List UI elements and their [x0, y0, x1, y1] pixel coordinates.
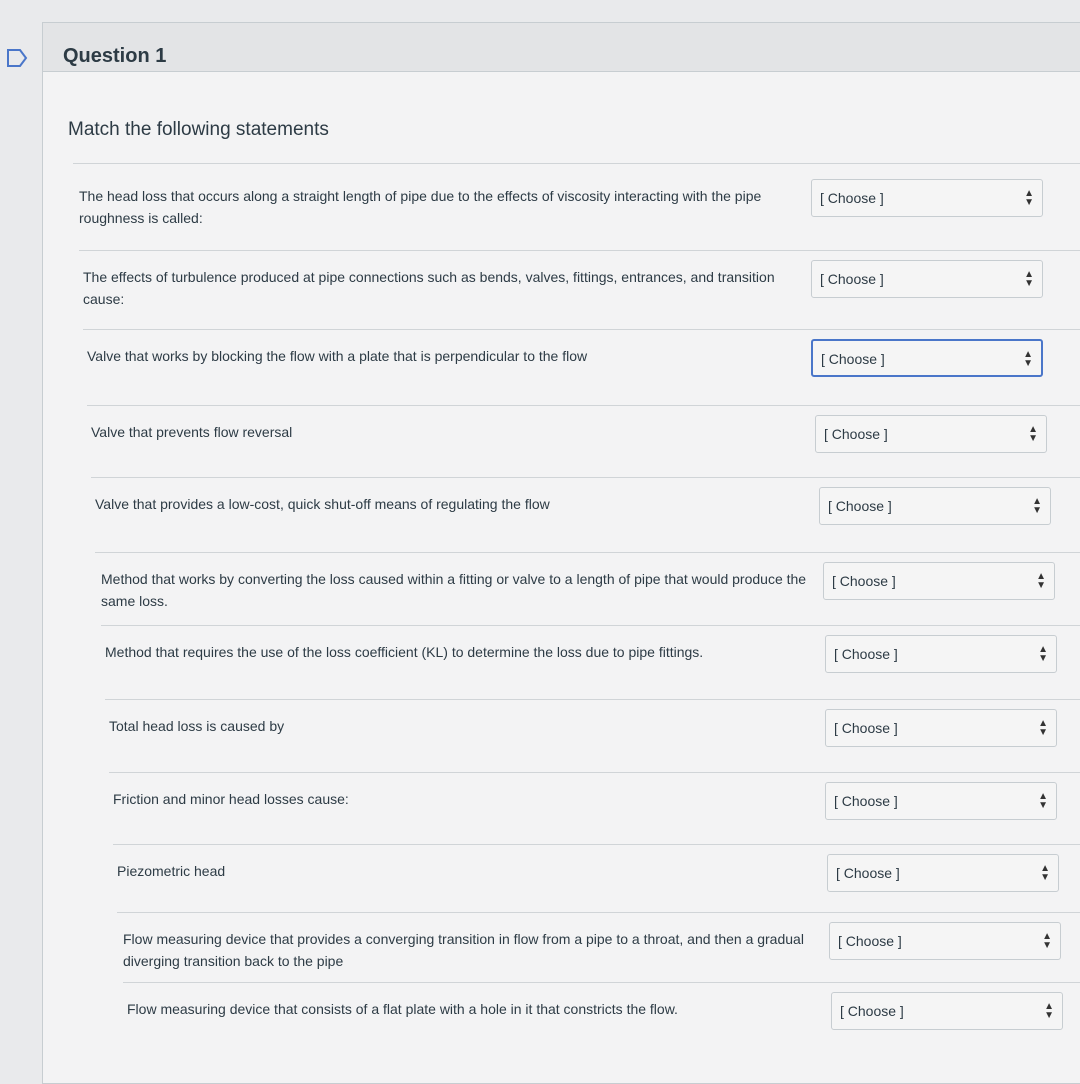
- match-statement: Flow measuring device that consists of a…: [127, 1001, 678, 1017]
- answer-select[interactable]: [ Choose ] ▲ ▼: [829, 922, 1061, 960]
- answer-select[interactable]: [ Choose ] ▲ ▼: [825, 709, 1057, 747]
- answer-select-value: [ Choose ]: [834, 646, 898, 662]
- answer-select-value: [ Choose ]: [820, 190, 884, 206]
- answer-select-value: [ Choose ]: [832, 573, 896, 589]
- match-row: Piezometric head [ Choose ] ▲ ▼: [43, 854, 1080, 930]
- row-divider: [91, 477, 1080, 478]
- answer-select[interactable]: [ Choose ] ▲ ▼: [815, 415, 1047, 453]
- updown-arrows-icon: ▲ ▼: [1028, 424, 1038, 444]
- match-row: The head loss that occurs along a straig…: [43, 179, 1080, 255]
- answer-select[interactable]: [ Choose ] ▲ ▼: [811, 339, 1043, 377]
- updown-arrows-icon: ▲ ▼: [1040, 863, 1050, 883]
- updown-arrows-icon: ▲ ▼: [1032, 496, 1042, 516]
- row-divider: [83, 329, 1080, 330]
- answer-select-value: [ Choose ]: [828, 498, 892, 514]
- match-statement: Piezometric head: [117, 863, 226, 879]
- row-divider: [101, 625, 1080, 626]
- match-row: Flow measuring device that provides a co…: [43, 922, 1080, 998]
- updown-arrows-icon: ▲ ▼: [1038, 644, 1048, 664]
- flag-question-icon[interactable]: [6, 48, 28, 68]
- updown-arrows-icon: ▲ ▼: [1038, 791, 1048, 811]
- answer-select[interactable]: [ Choose ] ▲ ▼: [827, 854, 1059, 892]
- answer-select[interactable]: [ Choose ] ▲ ▼: [811, 179, 1043, 217]
- updown-arrows-icon: ▲ ▼: [1024, 188, 1034, 208]
- answer-select[interactable]: [ Choose ] ▲ ▼: [825, 635, 1057, 673]
- answer-select-value: [ Choose ]: [836, 865, 900, 881]
- match-row: The effects of turbulence produced at pi…: [43, 260, 1080, 336]
- updown-arrows-icon: ▲ ▼: [1042, 931, 1052, 951]
- updown-arrows-icon: ▲ ▼: [1036, 571, 1046, 591]
- question-prompt: Match the following statements: [68, 119, 329, 140]
- match-row: Friction and minor head losses cause: [ C…: [43, 782, 1080, 858]
- answer-select-value: [ Choose ]: [820, 271, 884, 287]
- match-row: Method that requires the use of the loss…: [43, 635, 1080, 711]
- answer-select-value: [ Choose ]: [824, 426, 888, 442]
- match-statement: Method that works by converting the loss…: [101, 571, 807, 609]
- answer-select-value: [ Choose ]: [838, 933, 902, 949]
- match-statement: The effects of turbulence produced at pi…: [83, 269, 775, 307]
- answer-select-value: [ Choose ]: [834, 793, 898, 809]
- match-statement: Valve that provides a low-cost, quick sh…: [95, 496, 550, 512]
- row-divider: [123, 982, 1080, 983]
- match-row: Method that works by converting the loss…: [43, 562, 1080, 638]
- updown-arrows-icon: ▲ ▼: [1023, 349, 1033, 369]
- row-divider: [79, 250, 1080, 251]
- question-card: Question 1 Match the following statement…: [42, 22, 1080, 1084]
- match-statement: Method that requires the use of the loss…: [105, 644, 704, 660]
- row-divider: [113, 844, 1080, 845]
- match-statement: Flow measuring device that provides a co…: [123, 931, 804, 969]
- match-row: Total head loss is caused by [ Choose ] ▲ ▼: [43, 709, 1080, 785]
- updown-arrows-icon: ▲ ▼: [1044, 1001, 1054, 1021]
- updown-arrows-icon: ▲ ▼: [1038, 718, 1048, 738]
- match-statement: Total head loss is caused by: [109, 718, 285, 734]
- divider: [73, 163, 1080, 164]
- answer-select[interactable]: [ Choose ] ▲ ▼: [823, 562, 1055, 600]
- row-divider: [105, 699, 1080, 700]
- answer-select[interactable]: [ Choose ] ▲ ▼: [831, 992, 1063, 1030]
- row-divider: [87, 405, 1080, 406]
- match-statement: Valve that works by blocking the flow wi…: [87, 348, 588, 364]
- updown-arrows-icon: ▲ ▼: [1024, 269, 1034, 289]
- answer-select-value: [ Choose ]: [840, 1003, 904, 1019]
- match-statement: The head loss that occurs along a straig…: [79, 188, 762, 226]
- answer-select[interactable]: [ Choose ] ▲ ▼: [825, 782, 1057, 820]
- answer-select[interactable]: [ Choose ] ▲ ▼: [819, 487, 1051, 525]
- match-row: Flow measuring device that consists of a…: [43, 992, 1080, 1068]
- match-row: Valve that works by blocking the flow wi…: [43, 339, 1080, 415]
- answer-select[interactable]: [ Choose ] ▲ ▼: [811, 260, 1043, 298]
- answer-select-value: [ Choose ]: [821, 351, 885, 367]
- answer-select-value: [ Choose ]: [834, 720, 898, 736]
- question-header: Question 1: [43, 23, 1080, 72]
- row-divider: [95, 552, 1080, 553]
- row-divider: [117, 912, 1080, 913]
- match-row: Valve that provides a low-cost, quick sh…: [43, 487, 1080, 563]
- question-title: Question 1: [63, 45, 167, 67]
- row-divider: [109, 772, 1080, 773]
- match-row: Valve that prevents flow reversal [ Choos…: [43, 415, 1080, 491]
- match-statement: Friction and minor head losses cause:: [113, 791, 349, 807]
- match-statement: Valve that prevents flow reversal: [91, 424, 293, 440]
